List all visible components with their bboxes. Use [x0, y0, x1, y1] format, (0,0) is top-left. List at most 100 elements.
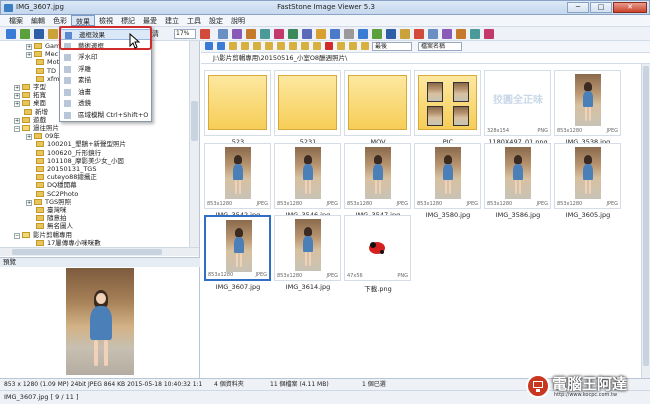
menu-8[interactable]: 工具: [183, 15, 205, 26]
browser-toolbar-icon-11[interactable]: [337, 42, 345, 50]
close-button[interactable]: ✕: [613, 2, 647, 13]
expand-icon[interactable]: +: [14, 93, 20, 100]
thumbnail-tile[interactable]: [344, 70, 411, 136]
browser-scrollbar[interactable]: [641, 64, 650, 378]
menu-10[interactable]: 說明: [227, 15, 249, 26]
menu-2[interactable]: 色彩: [49, 15, 71, 26]
browser-toolbar-icon-2[interactable]: [229, 42, 237, 50]
menu-1[interactable]: 編輯: [27, 15, 49, 26]
effects-menu-item[interactable]: 透鏡: [60, 98, 151, 109]
toolbar-icon-1[interactable]: [20, 29, 30, 39]
minimize-button[interactable]: ─: [567, 2, 589, 13]
effects-menu-item[interactable]: 素描: [60, 75, 151, 86]
path-bar[interactable]: J:\影片剪輯專用\20150516_小室O8酬週照片\: [201, 53, 650, 64]
sort-by-select[interactable]: 檔案名稱: [418, 42, 462, 51]
menu-9[interactable]: 設定: [205, 15, 227, 26]
menu-7[interactable]: 建立: [161, 15, 183, 26]
browser-toolbar-icon-7[interactable]: [289, 42, 297, 50]
toolbar-icon-4[interactable]: [200, 29, 210, 39]
expand-icon[interactable]: +: [26, 52, 32, 59]
tile-dimensions: 853x1280: [208, 272, 234, 278]
browser-toolbar-icon-8[interactable]: [301, 42, 309, 50]
toolbar-icon-12[interactable]: [316, 29, 326, 39]
toolbar-icon-23[interactable]: [470, 29, 480, 39]
toolbar-icon-11[interactable]: [302, 29, 312, 39]
browser-toolbar-icon-1[interactable]: [217, 42, 225, 50]
effects-menu-item[interactable]: 浮水印: [60, 52, 151, 63]
thumbnail-tile[interactable]: 853x1280 JPEG: [274, 143, 341, 209]
thumbnail-tile[interactable]: 853x1280 JPEG: [274, 215, 341, 281]
toolbar-icon-20[interactable]: [428, 29, 438, 39]
thumbnail-tile[interactable]: 853x1280 JPEG: [344, 143, 411, 209]
toolbar-icon-0[interactable]: [6, 29, 16, 39]
expand-icon[interactable]: +: [26, 134, 32, 141]
tree-scroll-thumb[interactable]: [191, 101, 198, 141]
expand-icon[interactable]: +: [14, 117, 20, 124]
expand-icon[interactable]: +: [14, 101, 20, 108]
toolbar-icon-5[interactable]: [218, 29, 228, 39]
thumbnail-tile[interactable]: 853x1280 JPEG: [554, 143, 621, 209]
collapse-icon[interactable]: −: [14, 126, 20, 132]
toolbar-icon-15[interactable]: [358, 29, 368, 39]
toolbar-icon-16[interactable]: [372, 29, 382, 39]
collapse-icon[interactable]: −: [14, 232, 20, 239]
preview-pane: [0, 267, 200, 378]
current-file: IMG_3607.jpg [ 9 / 11 ]: [4, 393, 79, 401]
thumbnail-tile[interactable]: 狡圓全正味 328x154 PNG: [484, 70, 551, 136]
toolbar-icon-13[interactable]: [330, 29, 340, 39]
effects-menu-item[interactable]: 油畫: [60, 87, 151, 98]
browser-toolbar-icon-3[interactable]: [241, 42, 249, 50]
browser-toolbar-icon-9[interactable]: [313, 42, 321, 50]
zoom-select[interactable]: 17%: [174, 29, 196, 39]
effects-menu-item-label: 區域模糊 Ctrl+Shift+O: [78, 110, 149, 119]
browser-toolbar-icon-6[interactable]: [277, 42, 285, 50]
toolbar-icon-22[interactable]: [456, 29, 466, 39]
current-path: J:\影片剪輯專用\20150516_小室O8酬週照片\: [213, 54, 348, 62]
expand-icon[interactable]: +: [14, 85, 20, 91]
browser-toolbar-icon-13[interactable]: [361, 42, 369, 50]
toolbar-icon-14[interactable]: [344, 29, 354, 39]
menu-0[interactable]: 檔案: [5, 15, 27, 26]
maximize-button[interactable]: □: [590, 2, 612, 13]
browser-toolbar-icon-12[interactable]: [349, 42, 357, 50]
toolbar-icon-9[interactable]: [274, 29, 284, 39]
toolbar-icon-24[interactable]: [484, 29, 494, 39]
thumbnail-tile[interactable]: [204, 70, 271, 136]
menu-3[interactable]: 效果: [71, 15, 95, 26]
thumbnail-tile[interactable]: [414, 70, 481, 136]
toolbar-icon-7[interactable]: [246, 29, 256, 39]
toolbar-icon-17[interactable]: [386, 29, 396, 39]
thumbnail-tile[interactable]: 47x56 PNG: [344, 215, 411, 281]
toolbar-icon-21[interactable]: [442, 29, 452, 39]
toolbar-icon-18[interactable]: [400, 29, 410, 39]
effects-menu-item[interactable]: 浮雕: [60, 64, 151, 75]
tile-filename: IMG_3586.jpg: [495, 211, 541, 219]
menu-4[interactable]: 檢視: [95, 15, 117, 26]
toolbar-icon-2[interactable]: [34, 29, 44, 39]
tree-hscroll-thumb[interactable]: [12, 249, 162, 255]
menu-5[interactable]: 標記: [117, 15, 139, 26]
toolbar-icon-8[interactable]: [260, 29, 270, 39]
tree-item-label: 17屢傳專小咪咪數: [47, 238, 101, 247]
thumbnail-tile[interactable]: [274, 70, 341, 136]
thumbnail-tile[interactable]: 853x1280 JPEG: [204, 215, 271, 281]
browser-toolbar-icon-5[interactable]: [265, 42, 273, 50]
sort-order-select[interactable]: 最後: [372, 42, 412, 51]
browser-toolbar-icon-4[interactable]: [253, 42, 261, 50]
expand-icon[interactable]: +: [26, 199, 32, 206]
thumbnail-tile[interactable]: 853x1280 JPEG: [414, 143, 481, 209]
effects-menu-item[interactable]: 區域模糊 Ctrl+Shift+O: [60, 110, 151, 121]
tree-hscrollbar[interactable]: [0, 247, 199, 256]
browser-scroll-thumb[interactable]: [643, 66, 649, 366]
expand-icon[interactable]: +: [26, 44, 32, 50]
thumbnail-tile[interactable]: 853x1280 JPEG: [554, 70, 621, 136]
thumbnail-tile[interactable]: 853x1280 JPEG: [484, 143, 551, 209]
menu-6[interactable]: 最愛: [139, 15, 161, 26]
toolbar-icon-10[interactable]: [288, 29, 298, 39]
thumbnail-tile[interactable]: 853x1280 JPEG: [204, 143, 271, 209]
toolbar-icon-6[interactable]: [232, 29, 242, 39]
browser-toolbar-icon-0[interactable]: [205, 42, 213, 50]
toolbar-icon-3[interactable]: [48, 29, 58, 39]
toolbar-icon-19[interactable]: [414, 29, 424, 39]
browser-toolbar-icon-10[interactable]: [325, 42, 333, 50]
